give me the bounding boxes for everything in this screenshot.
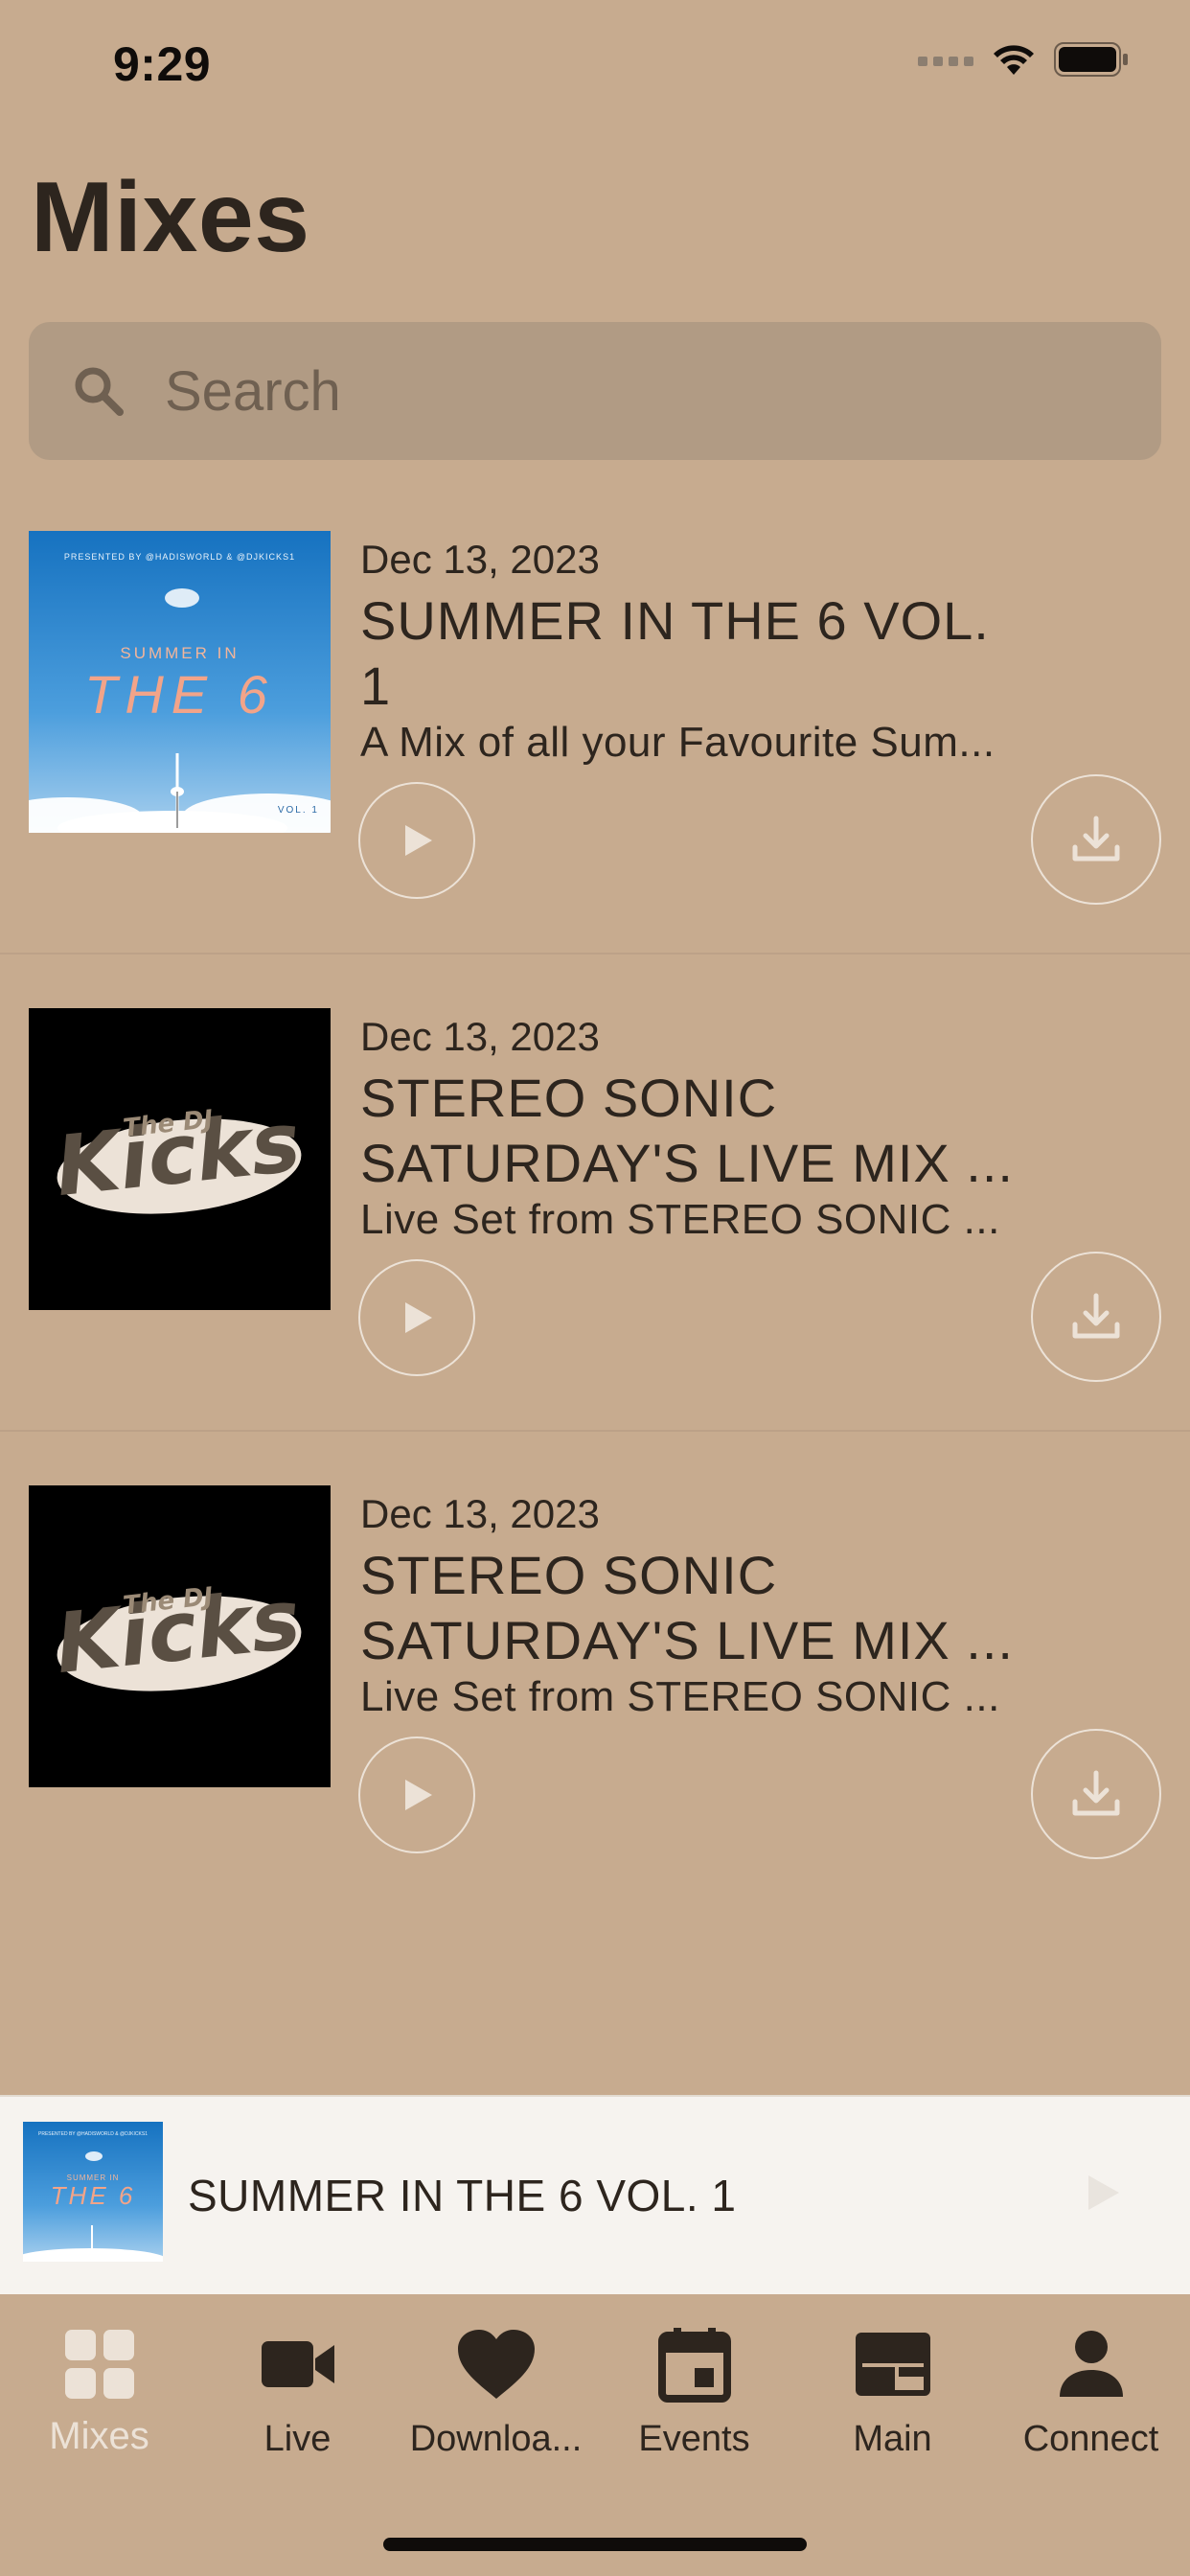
mini-player-title: SUMMER IN THE 6 VOL. 1 bbox=[188, 2171, 737, 2220]
mini-player-cover[interactable]: PRESENTED BY @HADISWORLD & @DJKICKS1 SUM… bbox=[23, 2122, 163, 2262]
mix-date: Dec 13, 2023 bbox=[360, 537, 600, 582]
home-indicator[interactable] bbox=[383, 2538, 807, 2551]
mix-list-item[interactable]: Kicks The DJ Dec 13, 2023 STEREO SONIC S… bbox=[0, 954, 1190, 1432]
mix-date: Dec 13, 2023 bbox=[360, 1014, 600, 1059]
play-button[interactable] bbox=[358, 1736, 475, 1853]
search-bar[interactable] bbox=[29, 322, 1161, 460]
calendar-icon bbox=[652, 2321, 738, 2407]
cover-vol: VOL. 1 bbox=[277, 805, 319, 816]
mix-description: Live Set from STEREO SONIC ... bbox=[360, 1673, 1000, 1720]
cover-top-text: PRESENTED BY @HADISWORLD & @DJKICKS1 bbox=[63, 552, 296, 562]
tab-label: Downloa... bbox=[409, 2419, 583, 2459]
tab-label: Live bbox=[263, 2419, 332, 2459]
cover-line2: THE 6 bbox=[84, 664, 275, 724]
mix-cover-image[interactable]: Kicks The DJ bbox=[29, 1008, 331, 1310]
tab-label: Events bbox=[638, 2419, 750, 2459]
page-title: Mixes bbox=[31, 162, 310, 273]
search-icon bbox=[65, 357, 132, 425]
mini-cover-top-text: PRESENTED BY @HADISWORLD & @DJKICKS1 bbox=[38, 2131, 148, 2137]
download-button[interactable] bbox=[1031, 1252, 1161, 1382]
battery-icon bbox=[1054, 42, 1128, 77]
browser-window-icon bbox=[850, 2321, 936, 2407]
tab-label: Connect bbox=[1022, 2419, 1159, 2459]
tab-label: Main bbox=[853, 2419, 932, 2459]
mix-cover-image[interactable]: Kicks The DJ bbox=[29, 1485, 331, 1787]
tab-downloads[interactable]: Downloa... bbox=[397, 2317, 595, 2480]
play-icon bbox=[1088, 2175, 1119, 2210]
cover-line1: SUMMER IN bbox=[120, 644, 240, 662]
mix-list-item[interactable]: Kicks The DJ Dec 13, 2023 STEREO SONIC S… bbox=[0, 1432, 1190, 1909]
download-icon bbox=[1072, 816, 1120, 862]
download-icon bbox=[1072, 1770, 1120, 1816]
mix-date: Dec 13, 2023 bbox=[360, 1491, 600, 1536]
mix-cover-image[interactable]: PRESENTED BY @HADISWORLD & @DJKICKS1 SUM… bbox=[29, 531, 331, 833]
mix-title[interactable]: STEREO SONIC SATURDAY'S LIVE MIX ... bbox=[360, 1543, 1031, 1673]
tab-mixes[interactable]: Mixes bbox=[0, 2317, 198, 2480]
mix-list-item[interactable]: PRESENTED BY @HADISWORLD & @DJKICKS1 SUM… bbox=[0, 477, 1190, 954]
mini-player-play-button[interactable] bbox=[1073, 2164, 1131, 2221]
download-icon bbox=[1072, 1293, 1120, 1339]
tab-label: Mixes bbox=[49, 2415, 149, 2457]
tab-events[interactable]: Events bbox=[595, 2317, 793, 2480]
person-icon bbox=[1048, 2321, 1134, 2407]
heart-icon bbox=[453, 2321, 539, 2407]
play-icon bbox=[405, 1302, 432, 1333]
tab-live[interactable]: Live bbox=[198, 2317, 397, 2480]
mini-player[interactable]: PRESENTED BY @HADISWORLD & @DJKICKS1 SUM… bbox=[0, 2095, 1190, 2294]
mini-cover-line2: THE 6 bbox=[50, 2181, 136, 2210]
play-button[interactable] bbox=[358, 782, 475, 899]
mix-description: A Mix of all your Favourite Sum... bbox=[360, 719, 995, 766]
signal-icon bbox=[918, 57, 973, 66]
status-time: 9:29 bbox=[113, 37, 212, 91]
search-input[interactable] bbox=[165, 358, 1027, 424]
mix-title[interactable]: STEREO SONIC SATURDAY'S LIVE MIX ... bbox=[360, 1066, 1031, 1196]
grid-icon bbox=[57, 2321, 143, 2407]
tab-main[interactable]: Main bbox=[793, 2317, 992, 2480]
tab-connect[interactable]: Connect bbox=[992, 2317, 1190, 2480]
play-icon bbox=[405, 825, 432, 856]
tab-bar: Mixes Live Downloa... Events Main Connec… bbox=[0, 2296, 1190, 2576]
play-icon bbox=[405, 1780, 432, 1810]
mix-list: PRESENTED BY @HADISWORLD & @DJKICKS1 SUM… bbox=[0, 477, 1190, 1909]
play-button[interactable] bbox=[358, 1259, 475, 1376]
download-button[interactable] bbox=[1031, 1729, 1161, 1859]
status-icons bbox=[918, 42, 1129, 77]
mix-title[interactable]: SUMMER IN THE 6 VOL. 1 bbox=[360, 588, 1031, 719]
video-camera-icon bbox=[255, 2321, 341, 2407]
mix-description: Live Set from STEREO SONIC ... bbox=[360, 1196, 1000, 1243]
download-button[interactable] bbox=[1031, 774, 1161, 905]
wifi-icon bbox=[994, 45, 1034, 75]
status-bar: 9:29 bbox=[0, 0, 1190, 129]
